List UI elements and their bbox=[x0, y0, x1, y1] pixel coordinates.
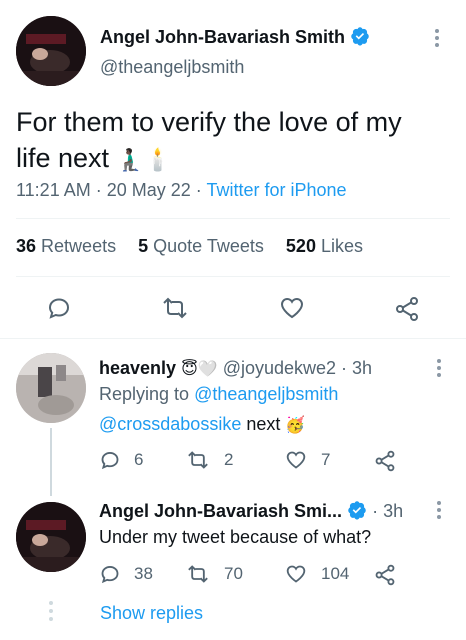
author-handle[interactable]: @theangeljbsmith bbox=[100, 57, 244, 78]
reply-icon bbox=[101, 565, 119, 584]
like-icon[interactable] bbox=[279, 296, 305, 325]
tweet-meta: 11:21 AM · 20 May 22 · Twitter for iPhon… bbox=[16, 180, 347, 200]
replying-to: Replying to @theangeljbsmith bbox=[99, 384, 338, 405]
retweets-label: Retweets bbox=[41, 236, 117, 256]
share-icon[interactable] bbox=[394, 296, 420, 327]
author-name-row: Angel John-Bavariash Smith bbox=[100, 26, 370, 48]
more-dots-icon[interactable] bbox=[436, 500, 442, 525]
reply-icon[interactable] bbox=[47, 296, 71, 325]
reply-button[interactable]: 38 bbox=[100, 564, 153, 584]
show-replies-link[interactable]: Show replies bbox=[100, 603, 203, 624]
more-dots-icon[interactable] bbox=[432, 28, 442, 48]
like-count: 7 bbox=[321, 450, 331, 469]
verified-badge-icon bbox=[351, 27, 369, 46]
reply-name-emoji: 😇🤍 bbox=[181, 361, 218, 378]
avatar-image bbox=[16, 16, 86, 86]
divider bbox=[16, 276, 450, 277]
like-count: 104 bbox=[321, 564, 350, 583]
avatar-image bbox=[16, 502, 86, 572]
retweet-button[interactable]: 2 bbox=[186, 450, 233, 470]
divider bbox=[0, 338, 466, 339]
reply-count: 6 bbox=[134, 450, 144, 469]
reply-author-name[interactable]: Angel John-Bavariash Smi... bbox=[99, 501, 342, 521]
replying-prefix: Replying to bbox=[99, 384, 190, 404]
tweet-text-line2-text: life next bbox=[16, 143, 110, 173]
share-button[interactable] bbox=[374, 564, 396, 586]
quotes-label: Quote Tweets bbox=[153, 236, 264, 256]
thread-dots bbox=[48, 600, 54, 627]
retweet-count: 2 bbox=[224, 450, 234, 469]
tweet-time[interactable]: 11:21 AM bbox=[16, 180, 91, 200]
like-icon bbox=[286, 451, 306, 469]
reply-text-body: Under my tweet because of what? bbox=[99, 527, 372, 547]
reply-avatar[interactable] bbox=[16, 502, 86, 572]
avatar-image bbox=[16, 353, 86, 423]
reply-header: heavenly 😇🤍 @joyudekwe2 · 3h bbox=[99, 358, 373, 378]
tweet-text-line2: life next 🧎🏿‍♂️🕯️ bbox=[16, 140, 456, 178]
reply-button[interactable]: 6 bbox=[100, 450, 143, 470]
retweets-count: 36 bbox=[16, 236, 37, 256]
retweet-icon[interactable] bbox=[161, 296, 189, 325]
reply-text-body: next bbox=[246, 414, 281, 434]
engagement-stats: 36 Retweets 5 Quote Tweets 520 Likes bbox=[16, 236, 363, 257]
reply-author-handle[interactable]: @joyudekwe2 bbox=[223, 358, 336, 378]
reply-time[interactable]: 3h bbox=[383, 501, 403, 521]
tweet-text-line1: For them to verify the love of my bbox=[16, 107, 402, 137]
author-avatar[interactable] bbox=[16, 16, 86, 86]
replying-to-link[interactable]: @theangeljbsmith bbox=[194, 384, 338, 404]
tweet-date[interactable]: 20 May 22 bbox=[107, 180, 191, 200]
tweet-text: For them to verify the love of my life n… bbox=[16, 104, 456, 178]
author-name[interactable]: Angel John-Bavariash Smith bbox=[100, 27, 345, 47]
retweet-icon bbox=[188, 565, 208, 583]
reply-author-name[interactable]: heavenly bbox=[99, 358, 176, 378]
reply-count: 38 bbox=[134, 564, 153, 583]
like-button[interactable]: 104 bbox=[285, 564, 349, 584]
reply-text: @crossdabossike next 🥳 bbox=[99, 414, 305, 435]
share-button[interactable] bbox=[374, 450, 396, 472]
reply-emoji: 🥳 bbox=[285, 417, 306, 434]
tweet-source[interactable]: Twitter for iPhone bbox=[206, 180, 346, 200]
verified-badge-icon bbox=[348, 501, 366, 520]
thread-line bbox=[50, 428, 52, 496]
like-button[interactable]: 7 bbox=[285, 450, 330, 470]
quotes-stat[interactable]: 5 Quote Tweets bbox=[138, 236, 264, 256]
share-icon bbox=[375, 450, 395, 472]
reply-avatar[interactable] bbox=[16, 353, 86, 423]
quotes-count: 5 bbox=[138, 236, 149, 256]
share-icon bbox=[375, 564, 395, 586]
divider bbox=[16, 218, 450, 219]
likes-label: Likes bbox=[320, 236, 364, 256]
reply-time[interactable]: 3h bbox=[352, 358, 372, 378]
likes-stat[interactable]: 520 Likes bbox=[286, 236, 363, 256]
retweet-button[interactable]: 70 bbox=[186, 564, 243, 584]
like-icon bbox=[286, 565, 306, 583]
reply-icon bbox=[101, 451, 119, 470]
tweet-emoji: 🧎🏿‍♂️🕯️ bbox=[116, 147, 172, 172]
more-dots-icon[interactable] bbox=[436, 358, 442, 383]
retweet-count: 70 bbox=[224, 564, 243, 583]
likes-count: 520 bbox=[285, 236, 316, 256]
retweets-stat[interactable]: 36 Retweets bbox=[16, 236, 116, 256]
reply-mention[interactable]: @crossdabossike bbox=[99, 414, 241, 434]
reply-header: Angel John-Bavariash Smi... · 3h bbox=[99, 501, 404, 521]
retweet-icon bbox=[188, 451, 208, 469]
